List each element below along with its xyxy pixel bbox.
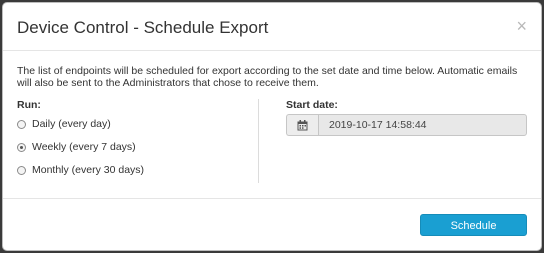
start-date-group xyxy=(286,114,527,136)
radio-weekly-label: Weekly (every 7 days) xyxy=(32,141,136,153)
radio-weekly[interactable]: Weekly (every 7 days) xyxy=(17,141,136,153)
schedule-button[interactable]: Schedule xyxy=(420,214,527,236)
footer-divider xyxy=(3,198,541,199)
schedule-export-dialog: Device Control - Schedule Export × The l… xyxy=(2,2,542,251)
column-divider xyxy=(258,99,259,183)
radio-daily[interactable]: Daily (every day) xyxy=(17,118,111,130)
close-icon[interactable]: × xyxy=(516,16,527,36)
calendar-button[interactable] xyxy=(286,114,318,136)
dialog-description: The list of endpoints will be scheduled … xyxy=(17,65,518,89)
radio-daily-button[interactable] xyxy=(17,119,26,129)
dialog-title: Device Control - Schedule Export xyxy=(17,18,269,37)
dialog-header: Device Control - Schedule Export × xyxy=(3,3,541,51)
radio-monthly-button[interactable] xyxy=(17,165,26,175)
start-date-label: Start date: xyxy=(286,99,338,111)
run-label: Run: xyxy=(17,99,41,111)
radio-daily-label: Daily (every day) xyxy=(32,118,111,130)
radio-weekly-button[interactable] xyxy=(17,142,26,152)
calendar-icon xyxy=(297,119,308,130)
start-date-input[interactable] xyxy=(318,114,527,136)
radio-monthly-label: Monthly (every 30 days) xyxy=(32,164,145,176)
radio-monthly[interactable]: Monthly (every 30 days) xyxy=(17,164,144,176)
